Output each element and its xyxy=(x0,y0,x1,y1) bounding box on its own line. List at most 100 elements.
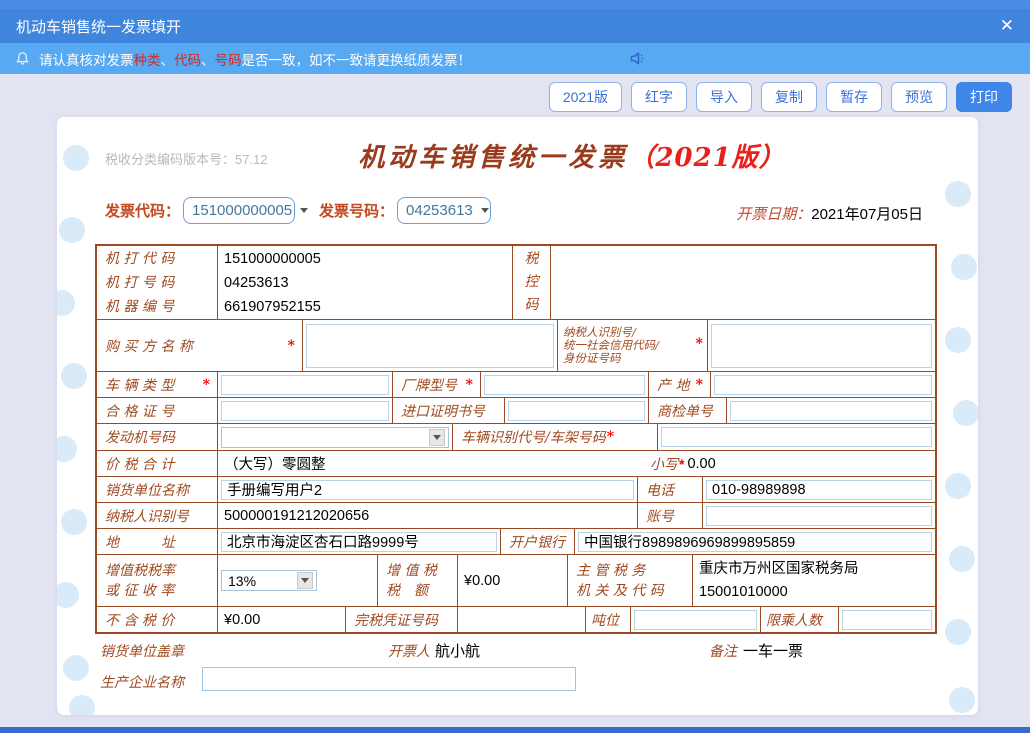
notice-text: 请认真核对发票种类、代码、号码是否一致，如不一致请更换纸质发票！ xyxy=(39,52,471,68)
seller-taxid-label: 纳税人识别号 xyxy=(105,508,189,525)
cert-no-input[interactable] xyxy=(221,400,389,421)
buyer-taxid-input[interactable] xyxy=(711,323,932,368)
issue-date: 开票日期：2021年07月05日 xyxy=(736,203,923,224)
speaker-icon[interactable] xyxy=(628,48,649,69)
decorative-dot xyxy=(945,473,971,499)
decorative-dot xyxy=(57,436,77,462)
tonnage-input[interactable] xyxy=(634,609,757,630)
remark-label: 备注 xyxy=(709,644,737,660)
origin-input[interactable] xyxy=(714,374,932,395)
seller-taxid-value: 500000191212020656 xyxy=(217,503,637,528)
machine-number-value: 04253613 xyxy=(224,274,289,291)
invoice-number-label: 发票号码： xyxy=(319,203,395,220)
decorative-dot xyxy=(945,181,971,207)
import-cert-label: 进口证明书号 xyxy=(392,398,504,423)
version-2021-button[interactable]: 2021版 xyxy=(548,82,622,112)
red-invoice-button[interactable]: 红字 xyxy=(631,82,687,112)
close-icon[interactable]: ✕ xyxy=(1000,16,1014,36)
total-in-words: （大写）零圆整 xyxy=(224,457,326,473)
tax-classification-version: 税收分类编码版本号：57.12 xyxy=(105,152,268,167)
vat-rate-select[interactable]: 13% xyxy=(221,570,317,591)
passenger-input[interactable] xyxy=(842,609,932,630)
decorative-dot xyxy=(63,145,89,171)
seller-name-input[interactable]: 手册编写用户2 xyxy=(221,479,634,500)
total-value: 0.00 xyxy=(687,455,716,472)
inspection-no-label: 商检单号 xyxy=(648,398,726,423)
cert-no-label: 合 格 证 号 xyxy=(105,403,175,420)
preview-button[interactable]: 预览 xyxy=(891,82,947,112)
account-input[interactable] xyxy=(706,505,932,526)
decorative-dot xyxy=(57,582,79,608)
manufacturer-label: 生产企业名称 xyxy=(100,675,184,691)
tax-control-code-cell: 税控码 xyxy=(512,246,550,319)
address-input[interactable]: 北京市海淀区杏石口路9999号 xyxy=(221,531,497,552)
invoice-number-select[interactable]: 04253613 xyxy=(397,197,492,224)
vat-amount-value: ¥0.00 xyxy=(457,555,567,606)
chevron-down-icon xyxy=(480,208,489,213)
total-numeric-group: 小写 * 0.00 xyxy=(650,455,716,473)
engine-no-select[interactable] xyxy=(221,426,449,448)
remark-value: 一车一票 xyxy=(743,643,804,660)
issue-date-value: 2021年07月05日 xyxy=(811,206,923,223)
background-window-strip xyxy=(0,0,1030,9)
dialog-titlebar: 机动车销售统一发票填开 ✕ xyxy=(0,9,1030,43)
buyer-name-label: 购 买 方 名 称 * xyxy=(105,337,295,355)
copy-button[interactable]: 复制 xyxy=(761,82,817,112)
decorative-dot xyxy=(945,327,971,353)
chevron-down-icon xyxy=(429,428,445,446)
brand-model-input[interactable] xyxy=(484,374,645,395)
print-button[interactable]: 打印 xyxy=(956,82,1012,112)
tax-cert-label: 完税凭证号码 xyxy=(345,607,457,632)
machine-values: 151000000005 04253613 661907952155 xyxy=(217,246,512,319)
invoice-title: 机动车销售统一发票（2021版） xyxy=(358,143,786,173)
bank-input[interactable]: 中国银行8989896969899895859 xyxy=(578,531,932,552)
vehicle-type-label: 车 辆 类 型 * xyxy=(105,376,210,394)
issuer-label: 开票人 xyxy=(388,644,430,660)
account-label: 账号 xyxy=(637,503,702,528)
chevron-down-icon xyxy=(300,208,309,213)
seller-stamp-label: 销货单位盖章 xyxy=(100,644,184,660)
bell-icon xyxy=(16,52,29,65)
brand-model-label: 厂牌型号 * xyxy=(392,372,480,397)
price-excl-label: 不 含 税 价 xyxy=(105,612,175,629)
machine-code-value: 151000000005 xyxy=(224,250,321,267)
vehicle-type-input[interactable] xyxy=(221,374,389,395)
bottom-border-strip xyxy=(0,727,1030,733)
invoice-card: 税收分类编码版本号：57.12 机动车销售统一发票（2021版） 发票代码： 1… xyxy=(57,117,978,715)
toolbar: 2021版 红字 导入 复制 暂存 预览 打印 xyxy=(548,82,1012,112)
phone-label: 电话 xyxy=(637,477,702,502)
save-draft-button[interactable]: 暂存 xyxy=(826,82,882,112)
vin-input[interactable] xyxy=(661,427,932,447)
import-button[interactable]: 导入 xyxy=(696,82,752,112)
vat-amount-label: 增 值 税税 额 xyxy=(377,555,457,606)
decorative-dot xyxy=(59,217,85,243)
dialog-title: 机动车销售统一发票填开 xyxy=(16,18,182,36)
invoice-table: 机 打 代 码 机 打 号 码 机 器 编 号 151000000005 042… xyxy=(95,244,937,634)
tonnage-label: 吨位 xyxy=(585,607,630,632)
phone-input[interactable]: 010-98989898 xyxy=(706,479,932,500)
issue-date-label: 开票日期： xyxy=(736,205,812,223)
chevron-down-icon xyxy=(297,572,313,589)
decorative-dot xyxy=(61,363,87,389)
invoice-code-row: 发票代码： 151000000005 发票号码： 04253613 xyxy=(105,197,492,224)
machine-labels: 机 打 代 码 机 打 号 码 机 器 编 号 xyxy=(105,250,175,315)
bank-label: 开户银行 xyxy=(500,529,574,554)
manufacturer-input[interactable] xyxy=(202,667,576,691)
address-label: 地 址 xyxy=(105,534,175,551)
invoice-code-label: 发票代码： xyxy=(105,203,181,220)
decorative-dot xyxy=(61,509,87,535)
inspection-no-input[interactable] xyxy=(730,400,932,421)
vin-label: 车辆识别代号/车架号码 * xyxy=(452,424,657,450)
seller-name-label: 销货单位名称 xyxy=(105,482,189,499)
engine-no-label: 发动机号码 xyxy=(105,430,175,446)
machine-id-value: 661907952155 xyxy=(224,298,321,315)
decorative-dot xyxy=(953,400,978,426)
buyer-name-input[interactable] xyxy=(306,323,554,368)
import-cert-input[interactable] xyxy=(508,400,645,421)
invoice-code-select[interactable]: 151000000005 xyxy=(183,197,309,224)
issuer-value: 航小航 xyxy=(435,643,481,660)
tax-cert-value xyxy=(457,607,585,632)
footer-row: 销货单位盖章 开票人 航小航 备注 一车一票 xyxy=(57,641,978,663)
vat-rate-label: 增值税税率或 征 收 率 xyxy=(105,562,175,599)
passenger-label: 限乘人数 xyxy=(760,607,838,632)
